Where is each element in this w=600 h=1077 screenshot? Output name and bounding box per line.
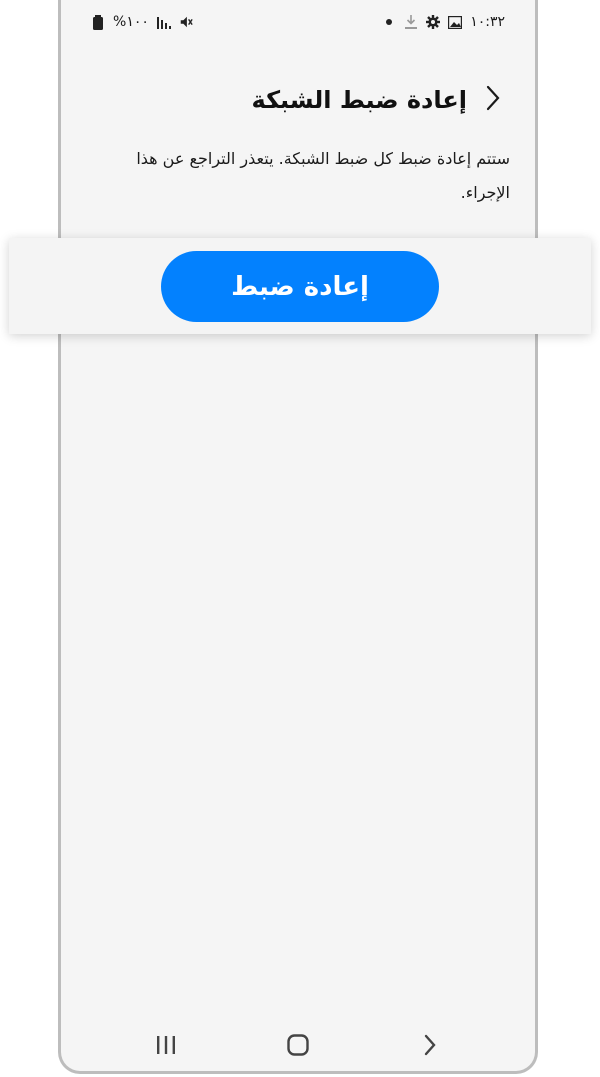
battery-percent: %١٠٠ [113,14,149,30]
back-icon [423,1034,437,1060]
download-icon [404,15,418,29]
status-bar: %١٠٠ ١٠:٣٢ [61,8,535,36]
status-right: ١٠:٣٢ [382,14,505,30]
signal-icon [156,15,171,29]
header: إعادة ضبط الشبكة [61,78,535,122]
recents-button[interactable] [151,1032,181,1062]
home-icon [287,1034,309,1060]
gear-icon [426,15,441,29]
home-button[interactable] [283,1032,313,1062]
status-left: %١٠٠ [91,14,193,30]
navigation-bar [61,1024,535,1070]
image-icon [448,15,463,29]
description-text: ستتم إعادة ضبط كل ضبط الشبكة. يتعذر التر… [136,149,510,202]
reset-button[interactable]: إعادة ضبط [161,251,439,322]
chevron-right-icon [485,85,501,115]
back-button[interactable] [479,85,507,115]
back-nav-button[interactable] [415,1032,445,1062]
mute-icon [179,15,193,29]
clock: ١٠:٣٢ [470,14,505,30]
page-title: إعادة ضبط الشبكة [251,86,467,114]
dot-icon [382,15,396,29]
battery-icon [91,14,105,30]
recents-icon [155,1035,177,1059]
